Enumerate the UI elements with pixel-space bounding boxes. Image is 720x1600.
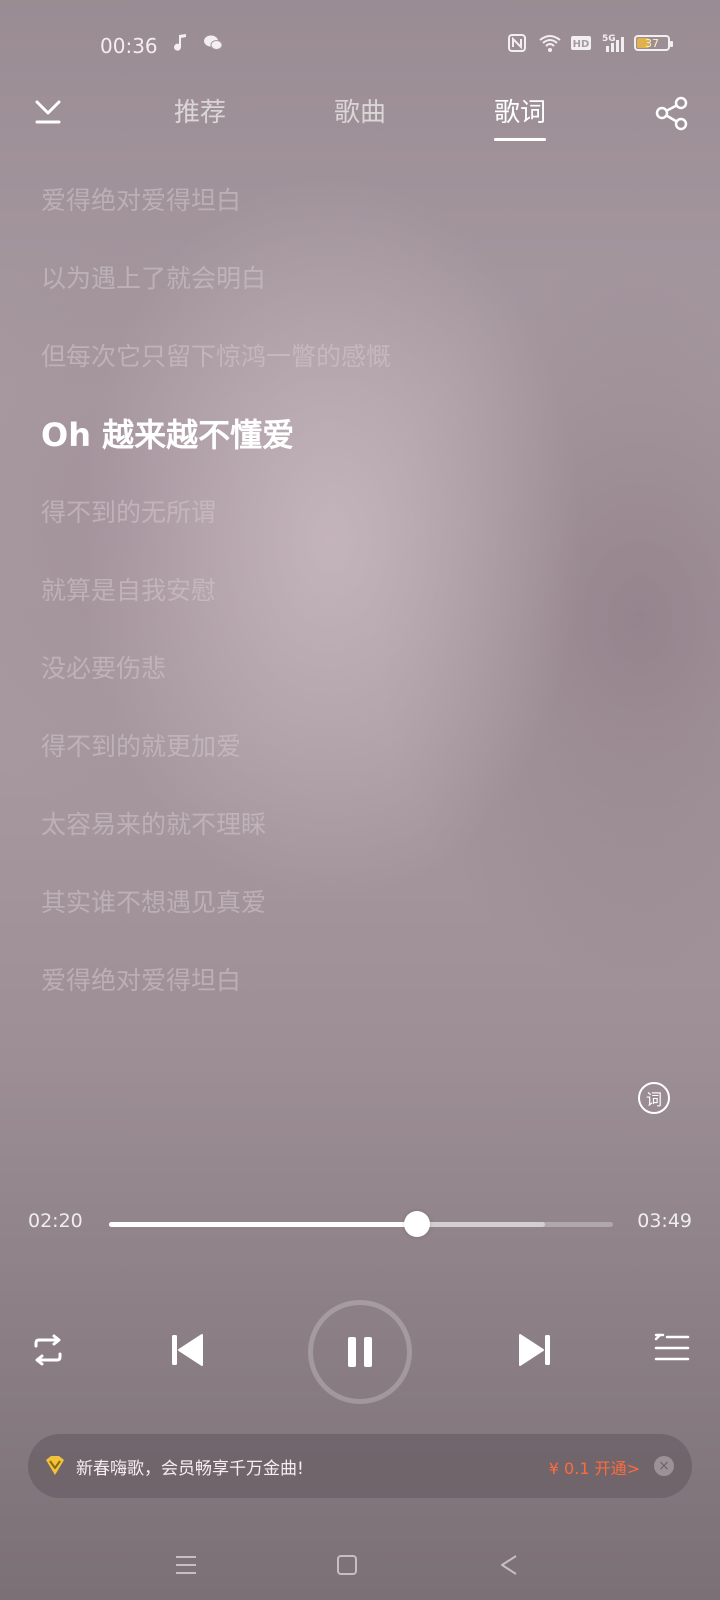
lyric-line[interactable]: 爱得绝对爱得坦白 (41, 958, 681, 1036)
lyric-line[interactable]: 以为遇上了就会明白 (41, 256, 681, 334)
promo-open-link[interactable]: ¥ 0.1 开通> (549, 1455, 640, 1479)
lyric-line[interactable]: 太容易来的就不理睬 (41, 802, 681, 880)
repeat-icon[interactable] (28, 1330, 68, 1370)
close-icon[interactable]: × (654, 1456, 674, 1476)
menu-icon[interactable] (173, 1552, 199, 1578)
home-icon[interactable] (334, 1552, 360, 1578)
battery-icon: 37 (634, 35, 673, 51)
nav-tabs: 推荐 歌曲 歌词 (0, 92, 720, 141)
tab-song[interactable]: 歌曲 (334, 92, 386, 141)
time-elapsed: 02:20 (28, 1210, 83, 1232)
lyric-line-current[interactable]: Oh 越来越不懂爱 (41, 412, 681, 490)
wechat-icon (202, 32, 224, 54)
nfc-icon (506, 32, 528, 54)
vip-diamond-icon (42, 1453, 68, 1479)
pause-icon (348, 1337, 372, 1367)
status-time: 00:36 (100, 34, 158, 58)
back-icon[interactable] (496, 1552, 522, 1578)
lyric-line[interactable]: 没必要伤悲 (41, 646, 681, 724)
next-icon[interactable] (512, 1328, 556, 1372)
playback-controls (0, 1300, 720, 1410)
lyrics-list[interactable]: 爱得绝对爱得坦白 以为遇上了就会明白 但每次它只留下惊鸿一瞥的感慨 Oh 越来越… (41, 178, 681, 1036)
lyric-line[interactable]: 但每次它只留下惊鸿一瞥的感慨 (41, 334, 681, 412)
share-icon[interactable] (652, 94, 692, 134)
music-note-icon (170, 32, 192, 54)
tab-lyrics[interactable]: 歌词 (494, 92, 547, 141)
top-nav: 推荐 歌曲 歌词 (0, 92, 720, 154)
lyrics-mode-label: 词 (645, 1090, 662, 1109)
vip-promo-banner[interactable]: 新春嗨歌，会员畅享千万金曲! ¥ 0.1 开通> × (28, 1434, 692, 1498)
svg-text:5G: 5G (602, 34, 616, 44)
play-pause-button[interactable] (308, 1300, 412, 1404)
time-total: 03:49 (637, 1210, 692, 1232)
svg-text:HD: HD (573, 39, 590, 50)
progress-bar[interactable] (109, 1211, 613, 1237)
lyric-line[interactable]: 得不到的无所谓 (41, 490, 681, 568)
system-nav-bar (0, 1540, 720, 1590)
progress-played (109, 1222, 417, 1227)
tab-recommend[interactable]: 推荐 (174, 92, 226, 141)
lyric-line[interactable]: 其实谁不想遇见真爱 (41, 880, 681, 958)
5g-signal-icon: 5G (602, 32, 624, 54)
playlist-icon[interactable] (654, 1330, 690, 1366)
previous-icon[interactable] (166, 1328, 210, 1372)
lyric-line[interactable]: 得不到的就更加爱 (41, 724, 681, 802)
hd-icon: HD (570, 32, 592, 54)
wifi-icon (538, 32, 561, 54)
lyric-line[interactable]: 就算是自我安慰 (41, 568, 681, 646)
lyric-line[interactable]: 爱得绝对爱得坦白 (41, 178, 681, 256)
progress-row: 02:20 03:49 (0, 1206, 720, 1246)
battery-level: 37 (645, 36, 659, 50)
progress-thumb[interactable] (403, 1211, 430, 1237)
status-bar: 00:36 HD 5G 37 (0, 0, 720, 92)
lyrics-mode-button[interactable]: 词 (638, 1082, 670, 1114)
promo-text: 新春嗨歌，会员畅享千万金曲! (76, 1459, 304, 1479)
